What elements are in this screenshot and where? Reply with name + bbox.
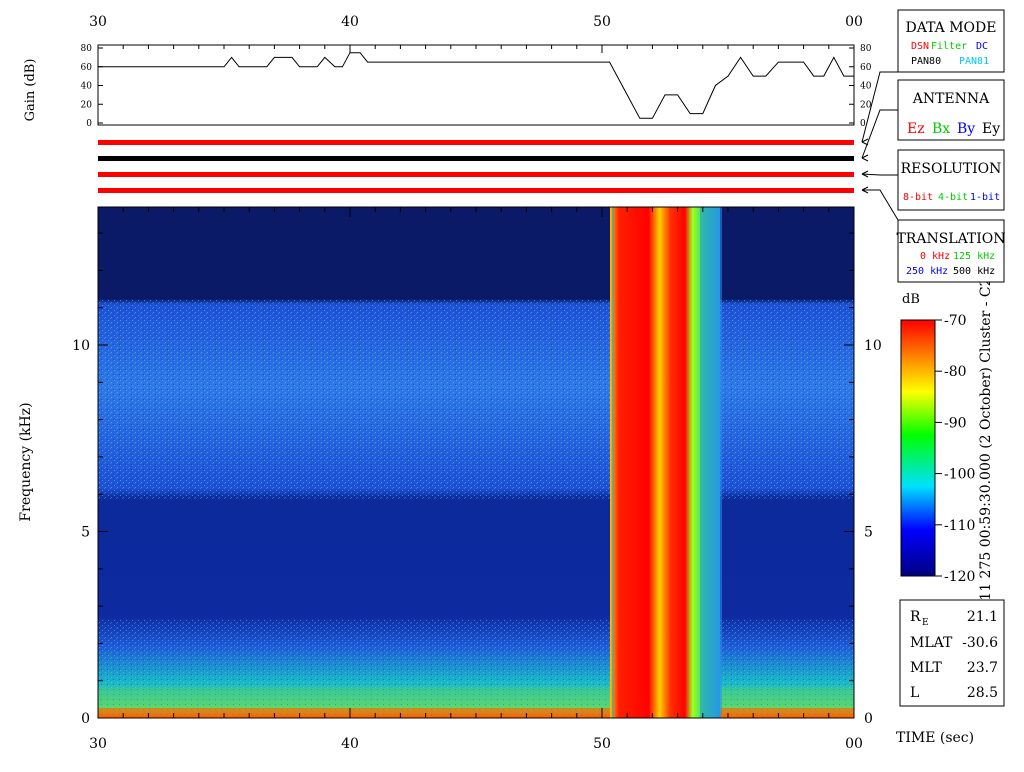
- bottom-xtick-label: 30: [89, 736, 107, 752]
- bx-label: Bx: [932, 121, 950, 137]
- burst-tail: [700, 207, 722, 718]
- ey-label: Ey: [982, 121, 1000, 137]
- mode-bar: [98, 140, 854, 145]
- frequency-ylabel: Frequency (kHz): [18, 402, 34, 521]
- mlat-label: MLAT: [910, 635, 953, 651]
- translation-panel: TRANSLATION 0 kHz 125 kHz 250 kHz 500 kH…: [896, 219, 1006, 283]
- gain-tick-label-left: 80: [81, 44, 93, 54]
- colorbar-tick-labels: -70 -80 -90 -100 -110 -120: [935, 313, 975, 585]
- date-annotation: 2011 275 00:59:30.000 (2 October) Cluste…: [978, 277, 994, 618]
- freq-tick-label-left: 10: [72, 338, 90, 354]
- colorbar-label: dB: [902, 292, 920, 307]
- orbit-info-panel: R E 21.1 MLAT -30.6 MLT 23.7 L 28.5: [899, 599, 1005, 707]
- gain-panel: 0 0 20 20 40 40 60 60 80 80 Gain (dB): [23, 44, 872, 129]
- mlat-value: -30.6: [962, 635, 998, 651]
- trans-0-label: 0 kHz: [920, 251, 950, 262]
- res-1bit-label: 1-bit: [970, 192, 1000, 203]
- top-xtick-label: 00: [845, 14, 863, 30]
- gain-tick-label-right: 40: [860, 82, 872, 92]
- mlt-label: MLT: [910, 660, 942, 676]
- gain-tick-label-left: 0: [86, 119, 92, 129]
- panel-connectors: [861, 71, 899, 221]
- gain-tick-label-left: 20: [81, 100, 93, 110]
- bottom-time-labels: 30 40 50 00: [89, 736, 863, 752]
- burst-edge: [612, 207, 614, 718]
- res-8bit-label: 8-bit: [903, 192, 933, 203]
- mode-bars: [98, 140, 854, 193]
- filter-label: Filter: [931, 41, 967, 52]
- gain-tick-label-right: 80: [860, 44, 872, 54]
- antenna-panel: ANTENNA Ez Bx By Ey: [897, 79, 1005, 141]
- translation-title: TRANSLATION: [896, 231, 1005, 247]
- by-label: By: [957, 121, 975, 137]
- trans-500-label: 500 kHz: [953, 266, 995, 277]
- bottom-xtick-label: 40: [341, 736, 359, 752]
- freq-tick-label-left: 5: [81, 525, 90, 541]
- l-value: 28.5: [967, 685, 998, 701]
- connector-resolution: [861, 173, 898, 176]
- connector-antenna: [861, 109, 898, 159]
- noise-band-high: [98, 300, 854, 500]
- top-xtick-label: 30: [89, 14, 107, 30]
- cluster-spectrogram-display: 0 0 20 20 40 40 60 60 80 80 Gain (dB) 30 40 50 00 00…: [0, 0, 1024, 768]
- gain-series-line: [98, 52, 854, 119]
- bottom-xtick-label: 50: [593, 736, 611, 752]
- colorbar-tick-label: -80: [944, 364, 967, 380]
- colorbar-tick-label: -90: [944, 415, 967, 431]
- resolution-title: RESOLUTION: [901, 161, 1002, 177]
- figure-canvas: 0 020 2040 4060 6080 80 Gain (dB) 30 40 50 00 00…: [18, 9, 1006, 752]
- freq-tick-label-left: 0: [81, 711, 90, 727]
- gain-tick-label-right: 0: [860, 119, 866, 129]
- gain-tick-label-left: 60: [81, 63, 93, 73]
- mode-bar: [98, 172, 854, 177]
- spectrogram-panel: 0 0 5 5 10 10 Frequency (kHz): [18, 206, 882, 727]
- gain-ticks: 0 0 20 20 40 40 60 60 80 80: [81, 44, 872, 129]
- colorbar-tick-label: -100: [944, 467, 975, 483]
- mode-bar: [98, 156, 854, 161]
- top-xtick-label: 50: [593, 14, 611, 30]
- connector-translation: [862, 189, 899, 221]
- data-mode-title: DATA MODE: [906, 20, 997, 36]
- bottom-xtick-label: 00: [845, 736, 863, 752]
- gain-tick-label-left: 40: [81, 82, 93, 92]
- gain-tick-label-right: 20: [860, 100, 872, 110]
- colorbar-tick-label: -120: [944, 569, 975, 585]
- trans-125-label: 125 kHz: [953, 251, 995, 262]
- colorbar-gradient: [900, 319, 936, 577]
- re-label: R: [910, 609, 921, 625]
- gain-ylabel: Gain (dB): [23, 59, 38, 122]
- re-value: 21.1: [967, 609, 998, 625]
- dc-label: DC: [976, 41, 988, 52]
- colorbar-tick-label: -110: [944, 518, 975, 534]
- gain-tick-label-right: 60: [860, 63, 872, 73]
- antenna-title: ANTENNA: [912, 91, 990, 107]
- re-subscript: E: [922, 618, 929, 628]
- top-time-labels: 30 40 50 00: [89, 14, 863, 30]
- ez-label: Ez: [907, 121, 925, 137]
- l-label: L: [910, 685, 919, 701]
- freq-tick-label-right: 10: [864, 338, 882, 354]
- resolution-panel: RESOLUTION 8-bit 4-bit 1-bit: [897, 149, 1005, 211]
- freq-tick-label-right: 0: [864, 711, 873, 727]
- pan81-label: PAN81: [959, 56, 989, 67]
- trans-250-label: 250 kHz: [906, 266, 948, 277]
- colorbar: dB -70 -80 -90 -100 -110 -120 2011 275 00:59:…: [900, 277, 994, 619]
- colorbar-tick-label: -70: [944, 313, 967, 329]
- mode-bar: [98, 188, 854, 193]
- top-xtick-label: 40: [341, 14, 359, 30]
- dsn-label: DSN: [911, 41, 929, 52]
- freq-tick-label-right: 5: [864, 525, 873, 541]
- time-xlabel: TIME (sec): [896, 730, 974, 746]
- mlt-value: 23.7: [967, 660, 998, 676]
- data-mode-panel: DATA MODE DSN Filter DC PAN80 PAN81: [897, 9, 1005, 73]
- res-4bit-label: 4-bit: [938, 192, 968, 203]
- pan80-label: PAN80: [911, 56, 941, 67]
